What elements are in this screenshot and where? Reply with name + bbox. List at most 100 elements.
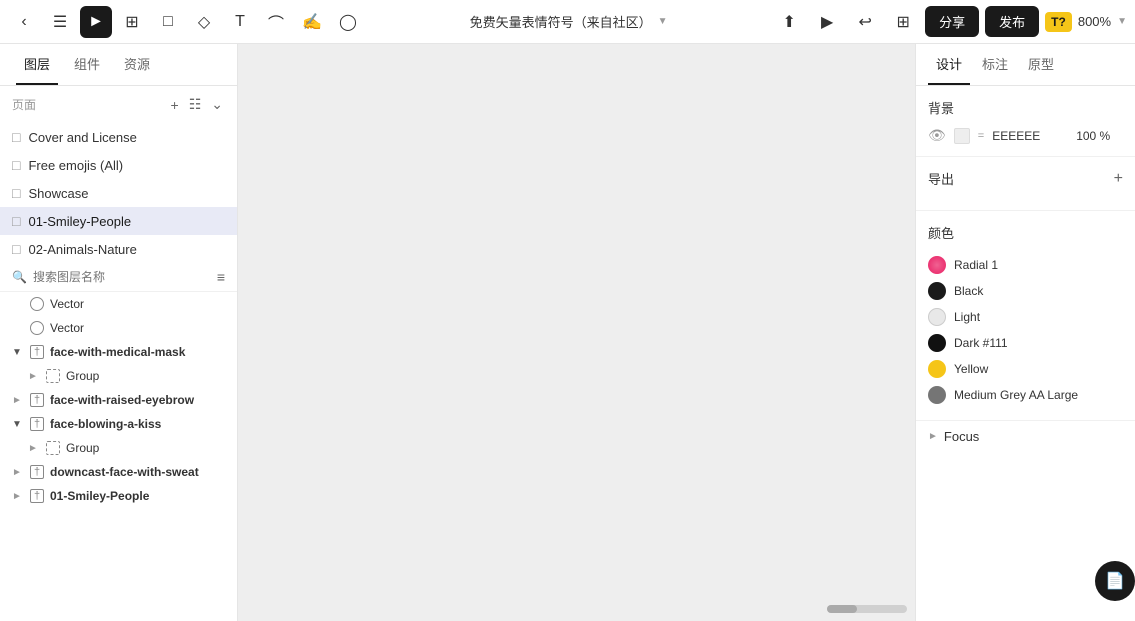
- color-name-radial1: Radial 1: [954, 258, 998, 272]
- main-area: 图层 组件 资源 页面 + ☷ ⌄ □ Cover and License □ …: [0, 44, 1135, 621]
- rect-tool[interactable]: □: [152, 6, 184, 38]
- color-row-yellow[interactable]: Yellow: [928, 356, 1123, 382]
- focus-label: Focus: [944, 429, 979, 444]
- frame-icon2: †: [30, 393, 44, 407]
- page-list: □ Cover and License □ Free emojis (All) …: [0, 123, 237, 263]
- tab-design[interactable]: 设计: [928, 44, 970, 85]
- background-section: 背景 👁 =: [916, 86, 1135, 157]
- search-bar: 🔍 ≡: [0, 263, 237, 292]
- layer-item-01-smiley[interactable]: ► † 01-Smiley-People: [0, 484, 237, 508]
- zoom-dropdown-icon[interactable]: ▼: [1117, 16, 1127, 27]
- color-name-medium-grey: Medium Grey AA Large: [954, 388, 1078, 402]
- tab-components[interactable]: 组件: [66, 44, 108, 85]
- page-icon: □: [12, 129, 20, 145]
- toolbar-right: ⬆ ▶ ↩ ⊞ 分享 发布 T? 800% ▼: [773, 6, 1127, 38]
- layer-name: Group: [66, 441, 99, 455]
- equals-sign: =: [978, 130, 984, 142]
- layer-item-vector1[interactable]: Vector: [0, 292, 237, 316]
- layer-item-group2[interactable]: ► Group: [0, 436, 237, 460]
- more-options-button[interactable]: ⊞: [887, 6, 919, 38]
- page-item-animals-nature[interactable]: □ 02-Animals-Nature: [0, 235, 237, 263]
- back-button[interactable]: ‹: [8, 6, 40, 38]
- search-input[interactable]: [33, 270, 211, 284]
- color-row-dark111[interactable]: Dark #111: [928, 330, 1123, 356]
- add-export-button[interactable]: +: [1114, 170, 1123, 188]
- frame-icon: †: [30, 345, 44, 359]
- layer-item-face-sweat[interactable]: ► † downcast-face-with-sweat: [0, 460, 237, 484]
- text-tool[interactable]: T: [224, 6, 256, 38]
- bg-opacity-input[interactable]: [1070, 129, 1110, 143]
- pen-tool[interactable]: ◇: [188, 6, 220, 38]
- canvas-scrollbar-horizontal[interactable]: [827, 605, 907, 613]
- page-collapse-button[interactable]: ⌄: [209, 94, 225, 115]
- hand-tool[interactable]: ✍: [296, 6, 328, 38]
- share-button[interactable]: 分享: [925, 6, 979, 37]
- expand-icon[interactable]: ►: [12, 491, 24, 502]
- layer-name: Vector: [50, 321, 84, 335]
- layer-item-face-kiss[interactable]: ▼ † face-blowing-a-kiss: [0, 412, 237, 436]
- expand-icon-open2[interactable]: ▼: [12, 419, 24, 430]
- add-page-button[interactable]: +: [169, 94, 181, 115]
- filter-icon[interactable]: ≡: [217, 269, 225, 285]
- page-icon: □: [12, 241, 20, 257]
- page-item-cover[interactable]: □ Cover and License: [0, 123, 237, 151]
- page-item-showcase[interactable]: □ Showcase: [0, 179, 237, 207]
- visibility-icon[interactable]: 👁: [928, 127, 946, 144]
- expand-icon[interactable]: ►: [28, 443, 40, 454]
- toolbar: ‹ ☰ ► ⊞ □ ◇ T ⌒ ✍ ◯ 免费矢量表情符号（来自社区） ▼ ⬆ ▶…: [0, 0, 1135, 44]
- color-row-radial1[interactable]: Radial 1: [928, 252, 1123, 278]
- layer-item-group1[interactable]: ► Group: [0, 364, 237, 388]
- layer-name: face-with-medical-mask: [50, 345, 185, 359]
- layer-name: Group: [66, 369, 99, 383]
- expand-icon-open[interactable]: ▼: [12, 347, 24, 358]
- layer-item-face-mask[interactable]: ▼ † face-with-medical-mask: [0, 340, 237, 364]
- group-icon2: [46, 441, 60, 455]
- group-icon: [46, 369, 60, 383]
- upload-button[interactable]: ⬆: [773, 6, 805, 38]
- colors-section-header: 颜色: [928, 223, 1123, 242]
- bg-color-swatch[interactable]: [954, 128, 970, 144]
- bg-hex-input[interactable]: [992, 129, 1062, 143]
- layer-item-vector2[interactable]: Vector: [0, 316, 237, 340]
- page-item-free-emojis[interactable]: □ Free emojis (All): [0, 151, 237, 179]
- color-swatch-medium-grey: [928, 386, 946, 404]
- page-item-label: 02-Animals-Nature: [28, 242, 136, 257]
- pages-label: 页面: [12, 96, 36, 113]
- tab-prototype[interactable]: 原型: [1020, 44, 1062, 85]
- frame-icon4: †: [30, 465, 44, 479]
- page-icon: □: [12, 185, 20, 201]
- menu-button[interactable]: ☰: [44, 6, 76, 38]
- export-section-header: 导出 +: [928, 169, 1123, 188]
- expand-icon[interactable]: ►: [28, 371, 40, 382]
- floating-btn-icon: 📄: [1105, 571, 1125, 591]
- color-row-medium-grey[interactable]: Medium Grey AA Large: [928, 382, 1123, 408]
- focus-expand-icon: ►: [928, 431, 938, 442]
- preview-button[interactable]: ↩: [849, 6, 881, 38]
- right-tabs: 设计 标注 原型: [916, 44, 1135, 86]
- tab-annotate[interactable]: 标注: [974, 44, 1016, 85]
- expand-icon[interactable]: ►: [12, 467, 24, 478]
- canvas-area[interactable]: [238, 44, 915, 621]
- color-swatch-dark111: [928, 334, 946, 352]
- tab-assets[interactable]: 资源: [116, 44, 158, 85]
- page-list-button[interactable]: ☷: [187, 94, 204, 115]
- title-dropdown-icon[interactable]: ▼: [658, 16, 668, 27]
- comment-tool[interactable]: ◯: [332, 6, 364, 38]
- focus-section[interactable]: ► Focus: [916, 421, 1135, 452]
- play-button[interactable]: ▶: [811, 6, 843, 38]
- color-row-black[interactable]: Black: [928, 278, 1123, 304]
- search-icon: 🔍: [12, 270, 27, 284]
- page-item-smiley-people[interactable]: □ 01-Smiley-People: [0, 207, 237, 235]
- layer-item-face-eyebrow[interactable]: ► † face-with-raised-eyebrow: [0, 388, 237, 412]
- page-item-label: 01-Smiley-People: [28, 214, 131, 229]
- tab-layers[interactable]: 图层: [16, 44, 58, 85]
- publish-button[interactable]: 发布: [985, 6, 1039, 37]
- node-tool[interactable]: ⌒: [260, 6, 292, 38]
- crop-tool[interactable]: ⊞: [116, 6, 148, 38]
- color-row-light[interactable]: Light: [928, 304, 1123, 330]
- color-swatch-black: [928, 282, 946, 300]
- frame-icon3: †: [30, 417, 44, 431]
- select-tool[interactable]: ►: [80, 6, 112, 38]
- expand-icon[interactable]: ►: [12, 395, 24, 406]
- floating-action-button[interactable]: 📄: [1095, 561, 1135, 601]
